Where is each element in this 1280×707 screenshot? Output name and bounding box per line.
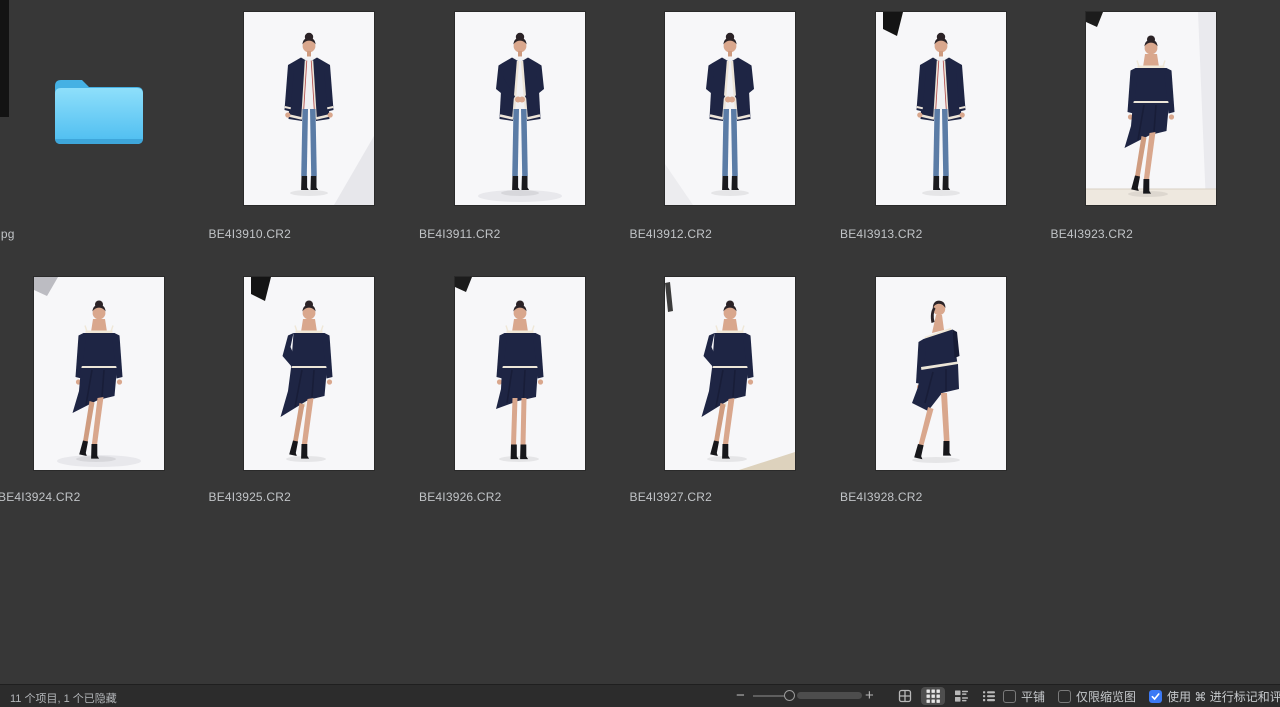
file-label: BE4I3923.CR2 [1051, 227, 1133, 241]
file-thumbnail[interactable] [1086, 12, 1216, 205]
grid-outline-view-button[interactable] [893, 687, 917, 705]
file-label: BE4I3913.CR2 [840, 227, 922, 241]
file-thumbnail[interactable] [876, 12, 1006, 205]
zoom-slider-bar[interactable] [797, 692, 862, 699]
thumbnails-view-button[interactable] [921, 687, 945, 705]
file-label: BE4I3926.CR2 [419, 490, 501, 504]
clipped-item-fragment [0, 0, 9, 117]
file-thumbnail[interactable] [665, 12, 795, 205]
file-label: BE4I3927.CR2 [630, 490, 712, 504]
file-thumbnail[interactable] [34, 277, 164, 470]
status-bar: 11 个项目, 1 个已隐藏 − + 平铺 仅限缩览图 使用 ⌘ 进行标记和评级 [0, 684, 1280, 707]
thumbnail-zoom-control: − + [732, 685, 884, 707]
option-group: 平铺 [1003, 688, 1045, 705]
file-label: BE4I3912.CR2 [630, 227, 712, 241]
file-label: BE4I3925.CR2 [209, 490, 291, 504]
folder-icon[interactable] [53, 73, 145, 147]
file-thumbnail[interactable] [455, 12, 585, 205]
file-label: BE4I3910.CR2 [209, 227, 291, 241]
file-thumbnail[interactable] [665, 277, 795, 470]
list-view-button[interactable] [977, 687, 1001, 705]
items-summary: 11 个项目, 1 个已隐藏 [10, 690, 117, 706]
checkbox-checked[interactable] [1149, 690, 1162, 703]
grid-outline-view-icon [898, 689, 912, 703]
file-label: jpg [0, 227, 15, 241]
checkbox-unchecked[interactable] [1058, 690, 1071, 703]
display-option-checkboxes: 平铺 仅限缩览图 使用 ⌘ 进行标记和评级 [1003, 685, 1280, 707]
zoom-slider-track[interactable] [753, 695, 788, 697]
file-browser-window: { "window": {"background": "#373737"}, "… [0, 0, 1280, 707]
file-label: BE4I3911.CR2 [419, 227, 501, 241]
details-view-button[interactable] [949, 687, 973, 705]
file-thumbnail[interactable] [244, 277, 374, 470]
option-group: 仅限缩览图 [1058, 688, 1136, 705]
option-group: 使用 ⌘ 进行标记和评级 [1149, 688, 1280, 705]
file-label: BE4I3924.CR2 [0, 490, 80, 504]
file-thumbnail[interactable] [244, 12, 374, 205]
file-thumbnail[interactable] [455, 277, 585, 470]
file-thumbnail[interactable] [876, 277, 1006, 470]
view-mode-buttons [893, 687, 1001, 705]
content-area: jpg BE4I3910.CR2 BE4I3911.CR2 BE4I3912.CR2 B… [0, 0, 1280, 684]
details-view-icon [954, 689, 969, 703]
zoom-slider-knob[interactable] [784, 690, 795, 701]
checkbox-label: 使用 ⌘ 进行标记和评级 [1167, 688, 1280, 705]
zoom-in-button[interactable]: + [865, 685, 874, 707]
thumbnails-view-icon [926, 689, 940, 703]
file-label: BE4I3928.CR2 [840, 490, 922, 504]
list-view-icon [982, 689, 996, 703]
zoom-out-button[interactable]: − [736, 685, 745, 707]
checkbox-label: 平铺 [1021, 688, 1045, 705]
checkbox-label: 仅限缩览图 [1076, 688, 1136, 705]
checkmark-icon [1151, 692, 1160, 701]
checkbox-unchecked[interactable] [1003, 690, 1016, 703]
